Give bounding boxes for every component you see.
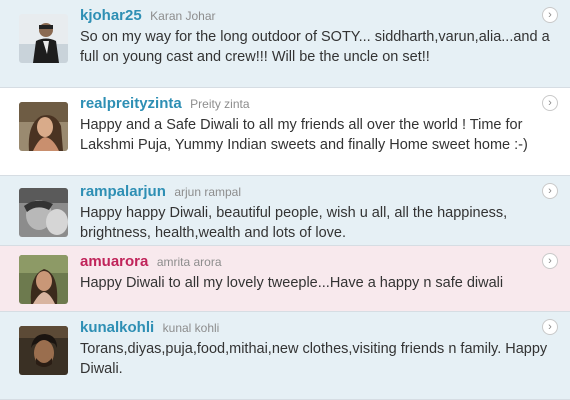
real-name: Preity zinta (190, 97, 250, 111)
real-name: arjun rampal (174, 185, 242, 199)
chevron-right-icon[interactable]: › (542, 319, 558, 335)
tweet-header: kjohar25 Karan Johar (80, 7, 216, 25)
real-name: kunal kohli (162, 321, 220, 335)
real-name: amrita arora (156, 255, 222, 269)
chevron-right-icon[interactable]: › (542, 183, 558, 199)
avatar[interactable] (19, 255, 68, 304)
tweet-item[interactable]: kunalkohli kunal kohli Torans,diyas,puja… (0, 312, 570, 400)
avatar[interactable] (19, 326, 68, 375)
avatar[interactable] (19, 102, 68, 151)
screen-name-link[interactable]: realpreityzinta (80, 95, 182, 112)
screen-name-link[interactable]: amuarora (80, 253, 148, 270)
tweet-text: So on my way for the long outdoor of SOT… (80, 29, 550, 65)
real-name: Karan Johar (150, 9, 216, 23)
tweet-header: realpreityzinta Preity zinta (80, 95, 250, 113)
tweet-text: Happy Diwali to all my lovely tweeple...… (80, 275, 504, 291)
chevron-right-icon[interactable]: › (542, 95, 558, 111)
tweet-header: amuarora amrita arora (80, 253, 222, 271)
screen-name-link[interactable]: kjohar25 (80, 7, 142, 24)
tweet-text: Torans,diyas,puja,food,mithai,new clothe… (80, 341, 548, 377)
avatar[interactable] (19, 188, 68, 237)
screen-name-link[interactable]: kunalkohli (80, 319, 154, 336)
tweet-item[interactable]: realpreityzinta Preity zinta Happy and a… (0, 88, 570, 176)
tweet-text: Happy and a Safe Diwali to all my friend… (80, 117, 528, 153)
tweet-item[interactable]: rampalarjun arjun rampal Happy happy Diw… (0, 176, 570, 246)
tweet-item[interactable]: kjohar25 Karan Johar So on my way for th… (0, 0, 570, 88)
screen-name-link[interactable]: rampalarjun (80, 183, 166, 200)
tweet-item[interactable]: amuarora amrita arora Happy Diwali to al… (0, 246, 570, 312)
tweet-header: kunalkohli kunal kohli (80, 319, 219, 337)
chevron-right-icon[interactable]: › (542, 7, 558, 23)
tweet-text: Happy happy Diwali, beautiful people, wi… (80, 205, 508, 241)
tweet-header: rampalarjun arjun rampal (80, 183, 241, 201)
chevron-right-icon[interactable]: › (542, 253, 558, 269)
avatar[interactable] (19, 14, 68, 63)
tweet-timeline: kjohar25 Karan Johar So on my way for th… (0, 0, 570, 400)
